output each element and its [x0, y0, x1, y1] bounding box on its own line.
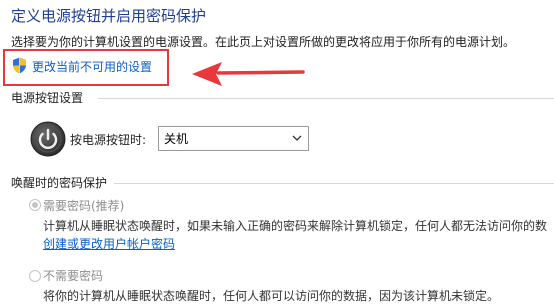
annotation-arrow-icon [192, 62, 305, 86]
require-password-description: 计算机从睡眠状态唤醒时，如果未输入正确的密码来解除计算机锁定，任何人都无法访问你… [43, 219, 548, 233]
select-value: 关机 [164, 132, 189, 146]
power-button-label: 按电源按钮时: [70, 133, 147, 147]
power-button-section-title: 电源按钮设置 [11, 91, 84, 105]
power-button-icon [30, 121, 66, 157]
require-password-label: 需要密码(推荐) [43, 199, 125, 213]
no-password-label: 不需要密码 [43, 269, 104, 283]
change-unavailable-settings-link[interactable]: 更改当前不可用的设置 [32, 58, 152, 75]
page-title: 定义电源按钮并启用密码保护 [11, 7, 207, 25]
chevron-down-icon [292, 135, 302, 141]
power-button-action-select[interactable]: 关机 [158, 126, 309, 151]
divider [114, 183, 554, 184]
uac-shield-icon [13, 57, 26, 74]
require-password-radio[interactable] [29, 199, 41, 211]
page-subtitle: 选择要为你的计算机设置的电源设置。在此页上对设置所做的更改将应用于你所有的电源计… [11, 35, 516, 49]
divider [98, 98, 554, 99]
no-password-description: 将你的计算机从睡眠状态唤醒时，任何人都可以访问你的数据，因为该计算机未锁定。 [43, 289, 500, 303]
no-password-radio[interactable] [29, 270, 41, 282]
wake-password-section-title: 唤醒时的密码保护 [11, 176, 108, 190]
create-change-password-link[interactable]: 创建或更改用户帐户密码 [43, 235, 175, 252]
